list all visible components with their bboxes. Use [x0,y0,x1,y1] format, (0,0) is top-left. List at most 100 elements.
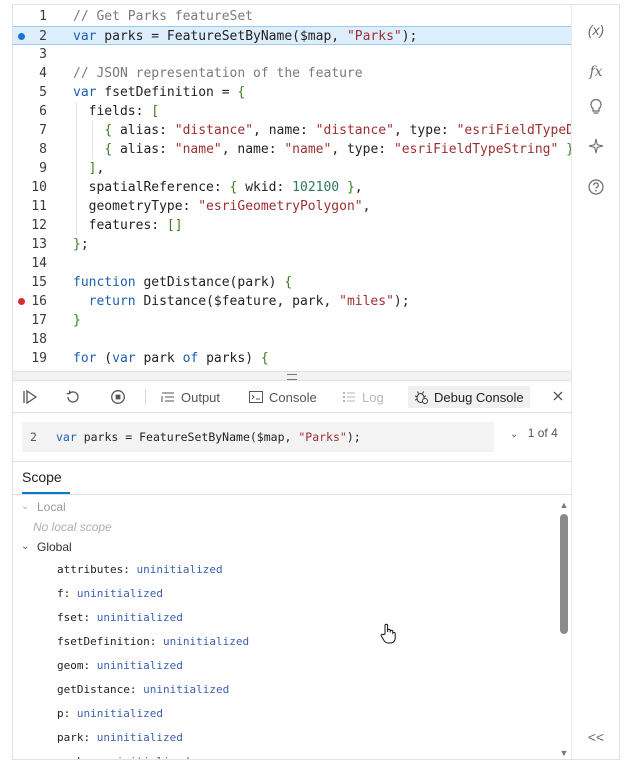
variable-separator: : [90,755,103,759]
code-line[interactable]: 15 function getDistance(park) { [13,273,571,292]
code-line[interactable]: 16 return Distance($feature, park, "mile… [13,292,571,311]
scope-variable[interactable]: getDistance: uninitialized [57,683,229,696]
code-line[interactable]: 6 fields: [ [13,102,571,121]
scope-global[interactable]: ⌄ Global [13,537,558,557]
line-number: 10 [31,180,47,195]
continue-icon[interactable] [21,388,39,406]
code-line[interactable]: 4 // JSON representation of the feature [13,64,571,83]
variable-name: getDistance [57,683,130,696]
code-text: return Distance($feature, park, "miles")… [88,294,410,309]
chevron-down-icon[interactable]: ⌄ [21,497,31,517]
line-number: 17 [31,313,47,328]
line-number: 11 [31,199,47,214]
tab-log-label: Log [362,389,384,405]
code-line[interactable]: 8 { alias: "name", name: "name", type: "… [13,140,571,159]
tab-log[interactable]: Log [336,386,390,408]
hand-cursor-icon [379,622,397,651]
scope-local[interactable]: ⌄ Local [13,497,558,517]
code-line[interactable]: 14 [13,254,571,273]
variable-name: f [57,587,64,600]
variable-separator: : [123,563,137,576]
step-pager-label: 1 of 4 [527,426,558,440]
code-text: var parks = FeatureSetByName($map, "Park… [73,29,418,44]
scope-header-divider [13,494,571,495]
panel-splitter[interactable] [13,371,571,381]
scroll-up-icon[interactable]: ▲ [559,500,569,510]
scrollbar-thumb[interactable] [560,514,568,634]
tab-output-label: Output [181,389,221,405]
scope-variable[interactable]: geom: uninitialized [57,659,183,672]
close-icon[interactable] [551,389,569,407]
scope-variable[interactable]: park: uninitialized [57,731,183,744]
stop-icon[interactable] [109,388,127,406]
code-text: } [73,313,81,328]
code-line[interactable]: 1 // Get Parks featureSet [13,7,571,26]
scope-global-label: Global [37,540,72,554]
log-icon [343,392,355,402]
code-line[interactable]: 13}; [13,235,571,254]
line-number: 1 [39,9,47,24]
code-line[interactable]: 5 var fsetDefinition = { [13,83,571,102]
scope-variable[interactable]: fset: uninitialized [57,611,183,624]
functions-icon[interactable]: fx [584,60,608,84]
step-pager[interactable]: ⌄ 1 of 4 [510,426,558,440]
help-icon[interactable] [584,178,608,202]
code-text: var fsetDefinition = { [73,85,246,100]
variable-separator: : [83,611,97,624]
code-line[interactable]: 7 { alias: "distance", name: "distance",… [13,121,571,140]
variable-value: uninitialized [143,683,230,696]
scope-variable[interactable]: attributes: uninitialized [57,563,223,576]
line-number: 18 [31,332,47,347]
variable-separator: : [149,635,163,648]
line-number: 15 [31,275,47,290]
line-number: 19 [31,351,47,366]
code-line[interactable]: 12 features: [] [13,216,571,235]
variable-separator: : [63,587,77,600]
code-line[interactable]: 11 geometryType: "esriGeometryPolygon", [13,197,571,216]
code-text: // JSON representation of the feature [73,66,363,81]
chevron-down-icon[interactable]: ⌄ [510,429,518,440]
code-editor[interactable]: 1 // Get Parks featureSet 2 var parks = Fea… [13,5,571,371]
line-number: 14 [31,256,47,271]
line-number: 3 [39,47,47,62]
scope-variable[interactable]: parks: uninitialized [57,755,189,759]
variable-value: uninitialized [136,563,223,576]
collapse-icon[interactable]: << [584,725,608,749]
variable-name: p [57,707,64,720]
chevron-down-icon[interactable]: ⌄ [21,537,31,557]
scope-variable[interactable]: f: uninitialized [57,587,163,600]
code-text: function getDistance(park) { [73,275,293,290]
scope-tree: ⌄ Local No local scope ⌄ Global attribut… [13,497,558,759]
variable-value: uninitialized [96,611,183,624]
code-line[interactable]: 10 spatialReference: { wkid: 102100 }, [13,178,571,197]
scroll-down-icon[interactable]: ▼ [559,748,569,758]
tab-debug-console[interactable]: Debug Console [408,386,530,408]
scope-local-label: Local [37,500,66,514]
code-line[interactable]: 9 ], [13,159,571,178]
suggestions-icon[interactable] [584,98,608,122]
restart-icon[interactable] [64,388,82,406]
scope-variable[interactable]: fsetDefinition: uninitialized [57,635,249,648]
code-line[interactable]: 3 [13,45,571,64]
splitter-handle-icon[interactable] [287,374,297,380]
variables-icon[interactable]: (x) [584,18,608,42]
code-line[interactable]: 19 for (var park of parks) { [13,349,571,368]
tab-scope[interactable]: Scope [22,469,62,485]
indent-guide [76,102,77,235]
code-text: ], [88,161,105,176]
code-line[interactable]: 17} [13,311,571,330]
indent-guide [92,121,93,159]
tab-debug-console-label: Debug Console [434,389,524,405]
ai-assistant-icon[interactable] [584,137,608,161]
line-number: 9 [39,161,47,176]
scope-variable[interactable]: p: uninitialized [57,707,163,720]
variable-name: fsetDefinition [57,635,150,648]
tab-console[interactable]: Console [243,386,323,408]
toolbar-separator [145,389,146,405]
code-text: { alias: "distance", name: "distance", t… [104,123,571,138]
tab-output[interactable]: Output [155,386,226,408]
scope-divider [13,461,571,462]
scope-scrollbar[interactable]: ▲ ▼ [558,498,570,760]
code-line[interactable]: 2 var parks = FeatureSetByName($map, "Par… [13,26,571,45]
code-line[interactable]: 18 [13,330,571,349]
